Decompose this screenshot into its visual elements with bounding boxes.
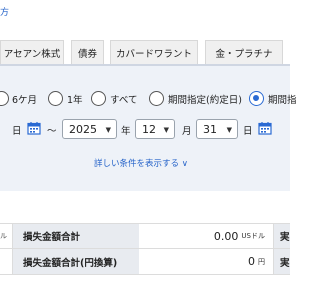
chevron-down-icon: ▼ bbox=[226, 126, 232, 134]
radio-custom-period[interactable] bbox=[149, 91, 164, 106]
loss-total-value: 0.00 bbox=[213, 229, 239, 243]
loss-total-yen-value: 0 bbox=[248, 255, 255, 268]
end-day-value: 31 bbox=[203, 122, 217, 136]
tab-bonds[interactable]: 債券 bbox=[71, 40, 104, 64]
top-link[interactable]: 方 bbox=[0, 5, 9, 18]
tab-covered-warrants[interactable]: カバードワラント bbox=[110, 40, 198, 64]
row-header: 損失金額合計 bbox=[12, 224, 139, 248]
next-column-header: 実 bbox=[273, 224, 290, 248]
end-month-select[interactable]: 12 ▼ bbox=[135, 119, 175, 139]
chevron-down-icon: ▼ bbox=[163, 126, 169, 134]
radio-1year[interactable] bbox=[48, 91, 63, 106]
tab-asean-stocks[interactable]: アセアン株式 bbox=[0, 40, 64, 64]
value-cell: 0 円 bbox=[139, 249, 273, 274]
end-year-value: 2025 bbox=[69, 122, 97, 136]
chevron-down-icon: ▼ bbox=[105, 126, 111, 134]
radio-6months[interactable] bbox=[0, 91, 9, 106]
radio-selected-period-label: 期間指 bbox=[268, 95, 297, 106]
show-detailed-conditions-link[interactable]: 詳しい条件を表示する ∨ bbox=[94, 157, 188, 169]
date-range-row: 日 ～ 2025 ▼ 年 12 ▼ 月 31 ▼ 日 bbox=[0, 119, 320, 139]
radio-1year-label: 1年 bbox=[67, 95, 83, 106]
end-month-value: 12 bbox=[142, 122, 156, 136]
table-row: 損失金額合計(円換算) 0 円 実 bbox=[0, 249, 290, 275]
range-separator: ～ bbox=[47, 126, 57, 137]
year-suffix: 年 bbox=[121, 126, 131, 137]
value-cell: 0.00 USドル bbox=[139, 224, 273, 248]
radio-6months-label: 6ケ月 bbox=[12, 95, 38, 106]
end-day-select[interactable]: 31 ▼ bbox=[196, 119, 238, 139]
radio-all-label: すべて bbox=[110, 95, 138, 106]
period-radio-group: 6ケ月 1年 すべて 期間指定(約定日) 期間指 bbox=[0, 90, 320, 108]
end-calendar-icon[interactable] bbox=[258, 121, 272, 135]
start-calendar-icon[interactable] bbox=[27, 121, 41, 135]
loss-total-unit: USドル bbox=[241, 232, 265, 240]
row-header: 損失金額合計(円換算) bbox=[12, 249, 139, 274]
radio-all[interactable] bbox=[91, 91, 106, 106]
truncated-unit-cell: ル bbox=[0, 232, 7, 240]
start-day-suffix: 日 bbox=[12, 126, 22, 137]
next-column-header: 実 bbox=[273, 249, 290, 274]
radio-custom-period-label: 期間指定(約定日) bbox=[168, 95, 242, 106]
tab-gold-platinum[interactable]: 金・プラチナ bbox=[205, 40, 283, 64]
end-year-select[interactable]: 2025 ▼ bbox=[62, 119, 117, 139]
day-suffix: 日 bbox=[243, 126, 253, 137]
month-suffix: 月 bbox=[182, 126, 192, 137]
truncated-unit-cell bbox=[0, 249, 12, 274]
table-row: ル 損失金額合計 0.00 USドル 実 bbox=[0, 223, 290, 249]
radio-selected-period[interactable] bbox=[249, 91, 264, 106]
loss-total-yen-unit: 円 bbox=[258, 257, 265, 266]
